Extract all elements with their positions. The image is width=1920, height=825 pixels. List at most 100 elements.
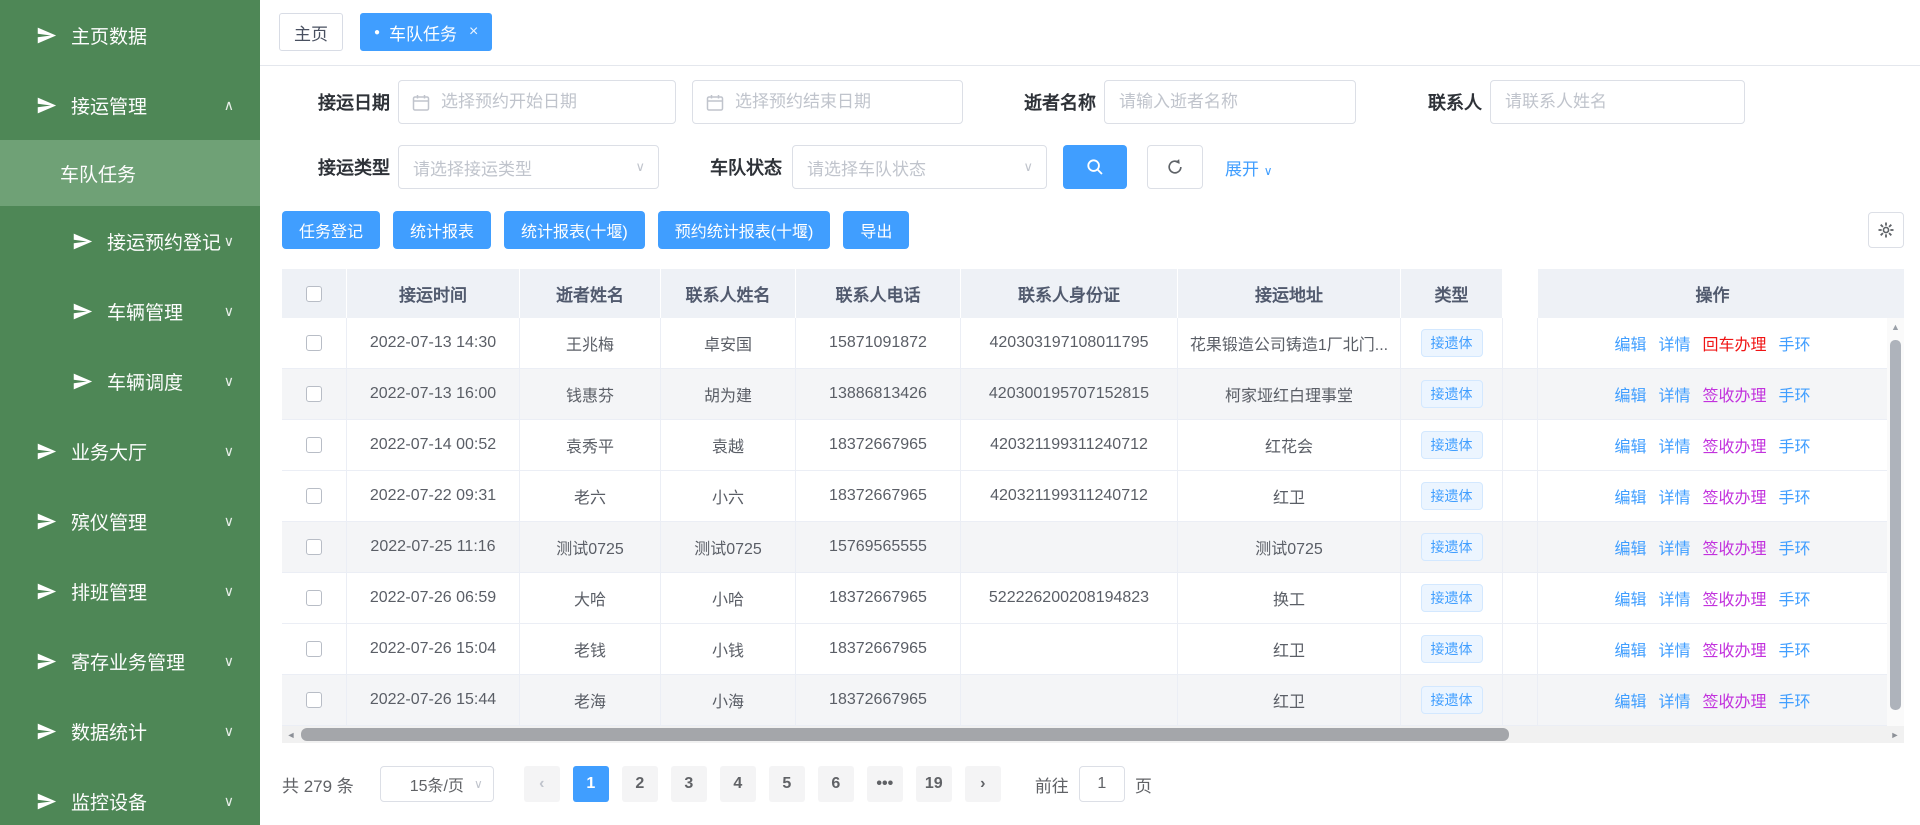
sidebar-item-home-data[interactable]: 主页数据 [0,0,260,70]
return-handle-link[interactable]: 回车办理 [1703,331,1767,355]
page-ellipsis[interactable]: ••• [867,766,903,802]
fleet-status-select[interactable]: 请选择车队状态 ∨ [792,145,1047,189]
row-checkbox[interactable] [306,488,322,504]
stats-report-button[interactable]: 统计报表 [393,211,491,249]
header-spacer [1503,269,1538,318]
expand-link[interactable]: 展开 ∨ [1225,155,1273,180]
scroll-right-icon[interactable]: ► [1886,730,1904,740]
page-button-2[interactable]: 2 [622,766,658,802]
wristband-link[interactable]: 手环 [1779,484,1811,508]
select-all-checkbox[interactable] [306,286,322,302]
sign-handle-link[interactable]: 签收办理 [1703,637,1767,661]
vertical-scroll-track[interactable]: ▲ [1887,318,1904,726]
page-button-1[interactable]: 1 [573,766,609,802]
detail-link[interactable]: 详情 [1658,586,1690,610]
page-size-select[interactable]: 15条/页 ∨ [380,766,494,802]
scroll-left-icon[interactable]: ◄ [282,730,300,740]
page-button-5[interactable]: 5 [769,766,805,802]
edit-link[interactable]: 编辑 [1614,331,1646,355]
wristband-link[interactable]: 手环 [1779,535,1811,559]
sign-handle-link[interactable]: 签收办理 [1703,688,1767,712]
edit-link[interactable]: 编辑 [1614,433,1646,457]
sidebar-item-data-statistics[interactable]: 数据统计 ∨ [0,696,260,766]
deceased-name-input[interactable] [1105,81,1355,123]
edit-link[interactable]: 编辑 [1614,484,1646,508]
page-button-19[interactable]: 19 [916,766,952,802]
end-date-input[interactable] [693,81,962,123]
row-checkbox[interactable] [306,539,322,555]
row-checkbox[interactable] [306,641,322,657]
detail-link[interactable]: 详情 [1658,382,1690,406]
row-checkbox[interactable] [306,335,322,351]
sign-handle-link[interactable]: 签收办理 [1703,535,1767,559]
edit-link[interactable]: 编辑 [1614,637,1646,661]
close-icon[interactable]: × [469,23,478,41]
table-settings-button[interactable] [1868,212,1904,248]
sidebar-item-vehicle-management[interactable]: 车辆管理 ∨ [0,276,260,346]
sidebar-item-business-hall[interactable]: 业务大厅 ∨ [0,416,260,486]
tab-home[interactable]: 主页 [279,13,343,51]
wristband-link[interactable]: 手环 [1779,382,1811,406]
wristband-link[interactable]: 手环 [1779,637,1811,661]
sidebar-item-fleet-tasks[interactable]: 车队任务 [0,140,260,206]
refresh-button[interactable] [1147,145,1203,189]
row-checkbox[interactable] [306,692,322,708]
chevron-down-icon: ∨ [224,723,234,740]
transport-type-select[interactable]: 请选择接运类型 ∨ [398,145,659,189]
page-size-value: 15条/页 [410,772,464,796]
search-button[interactable] [1063,145,1127,189]
stats-report-shiyan-button[interactable]: 统计报表(十堰) [504,211,645,249]
page-button-4[interactable]: 4 [720,766,756,802]
wristband-link[interactable]: 手环 [1779,586,1811,610]
detail-link[interactable]: 详情 [1658,331,1690,355]
edit-link[interactable]: 编辑 [1614,382,1646,406]
row-checkbox[interactable] [306,386,322,402]
cell-spacer [1503,471,1538,521]
horizontal-scroll-thumb[interactable] [301,728,1509,741]
cell-address: 柯家垭红白理事堂 [1178,369,1401,419]
sidebar-item-transport-reservation[interactable]: 接运预约登记 ∨ [0,206,260,276]
wristband-link[interactable]: 手环 [1779,331,1811,355]
edit-link[interactable]: 编辑 [1614,586,1646,610]
goto-page-input[interactable] [1079,766,1125,802]
next-page-button[interactable]: › [965,766,1001,802]
page-button-6[interactable]: 6 [818,766,854,802]
sidebar-item-transport-management[interactable]: 接运管理 ∧ [0,70,260,140]
detail-link[interactable]: 详情 [1658,637,1690,661]
export-button[interactable]: 导出 [843,211,909,249]
chevron-down-icon: ∨ [224,303,234,320]
sidebar-item-vehicle-dispatch[interactable]: 车辆调度 ∨ [0,346,260,416]
sign-handle-link[interactable]: 签收办理 [1703,484,1767,508]
edit-link[interactable]: 编辑 [1614,535,1646,559]
sign-handle-link[interactable]: 签收办理 [1703,433,1767,457]
horizontal-scrollbar[interactable]: ◄ ► [282,726,1904,743]
vertical-scroll-thumb[interactable] [1890,340,1901,710]
sign-handle-link[interactable]: 签收办理 [1703,382,1767,406]
sidebar-item-monitoring-devices[interactable]: 监控设备 ∨ [0,766,260,825]
detail-link[interactable]: 详情 [1658,535,1690,559]
sidebar-item-label: 主页数据 [71,22,147,49]
sidebar-item-shift-management[interactable]: 排班管理 ∨ [0,556,260,626]
prev-page-button[interactable]: ‹ [524,766,560,802]
sidebar-item-storage-business[interactable]: 寄存业务管理 ∨ [0,626,260,696]
detail-link[interactable]: 详情 [1658,688,1690,712]
page-button-3[interactable]: 3 [671,766,707,802]
row-checkbox[interactable] [306,590,322,606]
tab-fleet-tasks[interactable]: ● 车队任务 × [360,13,492,51]
type-badge: 接遗体 [1421,431,1483,459]
reservation-stats-report-shiyan-button[interactable]: 预约统计报表(十堰) [658,211,831,249]
wristband-link[interactable]: 手环 [1779,688,1811,712]
wristband-link[interactable]: 手环 [1779,433,1811,457]
sign-handle-link[interactable]: 签收办理 [1703,586,1767,610]
contact-input[interactable] [1491,81,1744,123]
paper-plane-icon [36,581,57,602]
edit-link[interactable]: 编辑 [1614,688,1646,712]
task-register-button[interactable]: 任务登记 [282,211,380,249]
cell-phone: 15871091872 [796,318,961,368]
start-date-input[interactable] [399,81,675,123]
detail-link[interactable]: 详情 [1658,433,1690,457]
scroll-up-icon[interactable]: ▲ [1887,318,1904,332]
sidebar-item-funeral-management[interactable]: 殡仪管理 ∨ [0,486,260,556]
row-checkbox[interactable] [306,437,322,453]
detail-link[interactable]: 详情 [1658,484,1690,508]
